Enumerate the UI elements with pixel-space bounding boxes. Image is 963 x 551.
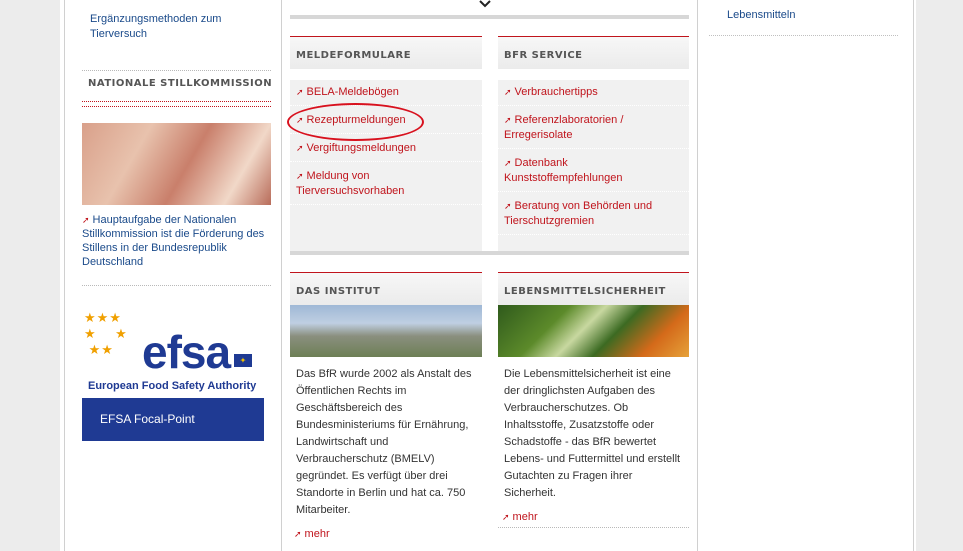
highlight-ellipse (287, 103, 424, 141)
link-lebensmitteln[interactable]: Lebensmitteln (727, 9, 796, 21)
link-referenzlaboratorien[interactable]: ➚ Referenzlaboratorien / Erregerisolate (498, 108, 689, 149)
separator (82, 285, 271, 286)
divider (913, 0, 914, 551)
separator (82, 101, 271, 102)
separator (82, 70, 271, 71)
arrow-icon: ➚ (504, 87, 512, 97)
stillkommission-photo[interactable] (82, 123, 271, 205)
institut-photo[interactable] (290, 305, 482, 357)
item-label: Meldung von Tierversuchsvorhaben (296, 170, 405, 197)
eu-flag-icon: ✦ (234, 354, 252, 367)
link-vergiftungsmeldungen[interactable]: ➚ Vergiftungsmeldungen (290, 136, 482, 162)
arrow-icon: ➚ (504, 115, 512, 125)
institut-text: Das BfR wurde 2002 als Anstalt des Öffen… (296, 368, 472, 516)
item-label: Datenbank Kunststoffempfehlungen (504, 157, 623, 184)
section-bar (290, 15, 689, 19)
lebensmittel-photo[interactable] (498, 305, 689, 357)
link-datenbank-kunststoff[interactable]: ➚ Datenbank Kunststoffempfehlungen (498, 151, 689, 192)
link-beratung-behoerden[interactable]: ➚ Beratung von Behörden und Tierschutzgre… (498, 194, 689, 235)
link-verbrauchertipps[interactable]: ➚ Verbrauchertipps (498, 80, 689, 106)
link-tierversuchsvorhaben[interactable]: ➚ Meldung von Tierversuchsvorhaben (290, 164, 482, 205)
link-ergaenzungsmethoden[interactable]: Ergänzungsmethoden zum Tierversuch (90, 12, 270, 42)
institut-box: DAS INSTITUT Das BfR wurde 2002 als Anst… (290, 272, 482, 540)
bfr-service-list: ➚ Verbrauchertipps ➚ Referenzlaboratorien … (498, 80, 689, 252)
lebensmittel-text: Die Lebensmittelsicherheit ist eine der … (504, 368, 681, 499)
bfr-service-box: BFR SERVICE ➚ Verbrauchertipps ➚ Referenzl… (498, 36, 689, 252)
divider (64, 0, 65, 551)
more-label: mehr (512, 511, 538, 523)
efsa-logo-word: efsa (142, 326, 231, 378)
more-label: mehr (304, 528, 330, 540)
separator (709, 35, 898, 36)
stillkommission-title: NATIONALE STILLKOMMISSION (88, 78, 273, 89)
stillkommission-link[interactable]: ➚ Hauptaufgabe der Nationalen Stillkommis… (82, 213, 271, 269)
separator (82, 106, 271, 107)
arrow-icon: ➚ (502, 512, 510, 522)
arrow-icon: ➚ (296, 87, 304, 97)
institut-title: DAS INSTITUT (290, 273, 482, 305)
efsa-logo[interactable]: ★★★ ★ ★ ★★ efsa ✦ European Food Safety Au… (82, 305, 264, 397)
arrow-icon: ➚ (504, 201, 512, 211)
item-label: Vergiftungsmeldungen (306, 142, 417, 154)
divider (281, 0, 282, 551)
divider (697, 0, 698, 551)
meldeformulare-title: MELDEFORMULARE (290, 37, 482, 69)
lebensmittel-more-link[interactable]: ➚ mehr (498, 511, 689, 528)
arrow-icon: ➚ (296, 171, 304, 181)
item-label: BELA-Meldebögen (306, 86, 399, 98)
link-bela-meldeboegen[interactable]: ➚ BELA-Meldebögen (290, 80, 482, 106)
chevron-down-icon (479, 0, 491, 8)
efsa-focal-point-button[interactable]: EFSA Focal-Point (82, 398, 264, 441)
institut-more-link[interactable]: ➚ mehr (290, 528, 482, 540)
item-label: Referenzlaboratorien / Erregerisolate (504, 114, 624, 141)
bfr-service-title: BFR SERVICE (498, 37, 689, 69)
efsa-subtitle: European Food Safety Authority (88, 380, 257, 392)
lebensmittel-box: LEBENSMITTELSICHERHEIT Die Lebensmittels… (498, 272, 689, 528)
arrow-icon: ➚ (294, 529, 302, 539)
arrow-icon: ➚ (296, 143, 304, 153)
lebensmittel-title: LEBENSMITTELSICHERHEIT (498, 273, 689, 305)
stillkommission-text: Hauptaufgabe der Nationalen Stillkommiss… (82, 214, 265, 268)
stars-icon: ★★★ ★ ★ ★★ (84, 310, 128, 357)
item-label: Beratung von Behörden und Tierschutzgrem… (504, 200, 653, 227)
arrow-icon: ➚ (82, 215, 90, 225)
item-label: Verbrauchertipps (514, 86, 598, 98)
section-bar (290, 251, 689, 255)
arrow-icon: ➚ (504, 158, 512, 168)
meldeformulare-box: MELDEFORMULARE ➚ BELA-Meldebögen ➚ Rezeptu… (290, 36, 482, 252)
